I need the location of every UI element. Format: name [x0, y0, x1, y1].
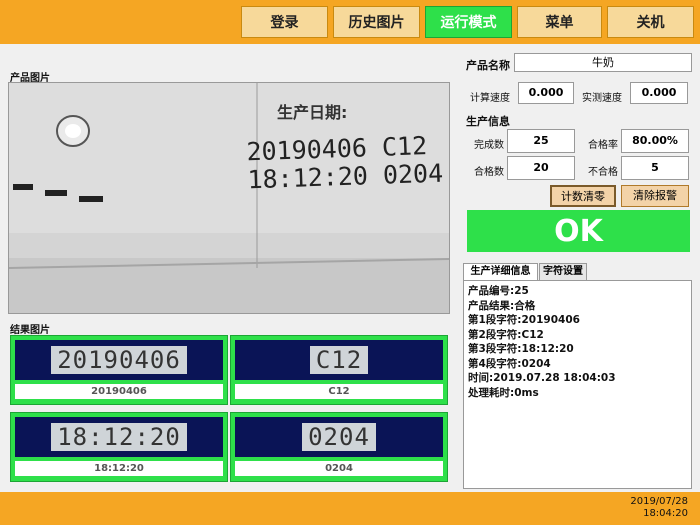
result-image-text-3: 18:12:20: [51, 423, 187, 451]
clock: 2019/07/28 18:04:20: [630, 496, 688, 520]
pass-rate-value: 80.00%: [621, 129, 689, 153]
camera-ocr-text: 20190406 C12 18:12:20 0204: [246, 131, 444, 194]
product-name-field[interactable]: 牛奶: [514, 53, 692, 72]
result-caption-2: C12: [235, 384, 443, 399]
result-image-text-4: 0204: [302, 423, 376, 451]
production-detail-panel: 产品编号:25 产品结果:合格 第1段字符:20190406 第2段字符:C12…: [463, 280, 692, 489]
detail-line: 第1段字符:20190406: [468, 314, 580, 326]
fail-count-label: 不合格: [588, 167, 618, 178]
measured-speed-label: 实测速度: [582, 93, 622, 104]
history-images-button[interactable]: 历史图片: [333, 6, 420, 38]
result-image-text-2: C12: [309, 346, 369, 374]
production-info-title: 生产信息: [466, 115, 510, 128]
run-mode-button[interactable]: 运行模式: [425, 6, 512, 38]
detail-line: 第3段字符:18:12:20: [468, 343, 574, 355]
result-caption-4: 0204: [235, 461, 443, 476]
result-image-2: C12: [235, 340, 443, 380]
product-camera-image: 生产日期: 20190406 C12 18:12:20 0204: [8, 82, 450, 314]
reset-count-button[interactable]: 计数清零: [550, 185, 616, 207]
login-button[interactable]: 登录: [241, 6, 328, 38]
detail-line: 第2段字符:C12: [468, 328, 544, 341]
result-image-title: 结果图片: [10, 325, 50, 336]
clock-time: 18:04:20: [643, 508, 688, 519]
detail-line: 时间:2019.07.28 18:04:03: [468, 372, 616, 384]
shutdown-button[interactable]: 关机: [607, 6, 694, 38]
fail-count-value: 5: [621, 156, 689, 180]
calc-speed-label: 计算速度: [470, 93, 510, 104]
clock-date: 2019/07/28: [630, 496, 688, 507]
completed-value: 25: [507, 129, 575, 153]
result-caption-3: 18:12:20: [15, 461, 223, 476]
detail-line: 处理耗时:0ms: [468, 386, 539, 399]
pass-count-value: 20: [507, 156, 575, 180]
detail-line: 产品结果:合格: [468, 299, 536, 312]
detail-line: 产品编号:25: [468, 285, 529, 297]
tab-production-detail[interactable]: 生产详细信息: [463, 263, 538, 281]
completed-label: 完成数: [474, 140, 504, 151]
result-cell-2: C12 C12: [230, 335, 448, 405]
tab-character-settings[interactable]: 字符设置: [539, 263, 587, 281]
measured-speed-value: 0.000: [630, 82, 688, 104]
result-cell-3: 18:12:20 18:12:20: [10, 412, 228, 482]
result-image-4: 0204: [235, 417, 443, 457]
top-toolbar: 登录 历史图片 运行模式 菜单 关机: [0, 0, 700, 44]
status-indicator: OK: [467, 210, 690, 252]
calc-speed-value: 0.000: [518, 82, 574, 104]
pass-count-label: 合格数: [474, 167, 504, 178]
pass-rate-label: 合格率: [588, 140, 618, 151]
menu-button[interactable]: 菜单: [517, 6, 602, 38]
camera-header-text: 生产日期:: [277, 103, 348, 122]
result-cell-4: 0204 0204: [230, 412, 448, 482]
result-cell-1: 20190406 20190406: [10, 335, 228, 405]
result-caption-1: 20190406: [15, 384, 223, 399]
clear-alarm-button[interactable]: 清除报警: [621, 185, 689, 207]
camera-image-graphic: [9, 83, 449, 313]
detail-line: 第4段字符:0204: [468, 357, 551, 370]
result-image-3: 18:12:20: [15, 417, 223, 457]
product-name-label: 产品名称: [466, 59, 510, 72]
result-image-text-1: 20190406: [51, 346, 187, 374]
status-bar: 2019/07/28 18:04:20: [0, 492, 700, 525]
result-image-1: 20190406: [15, 340, 223, 380]
